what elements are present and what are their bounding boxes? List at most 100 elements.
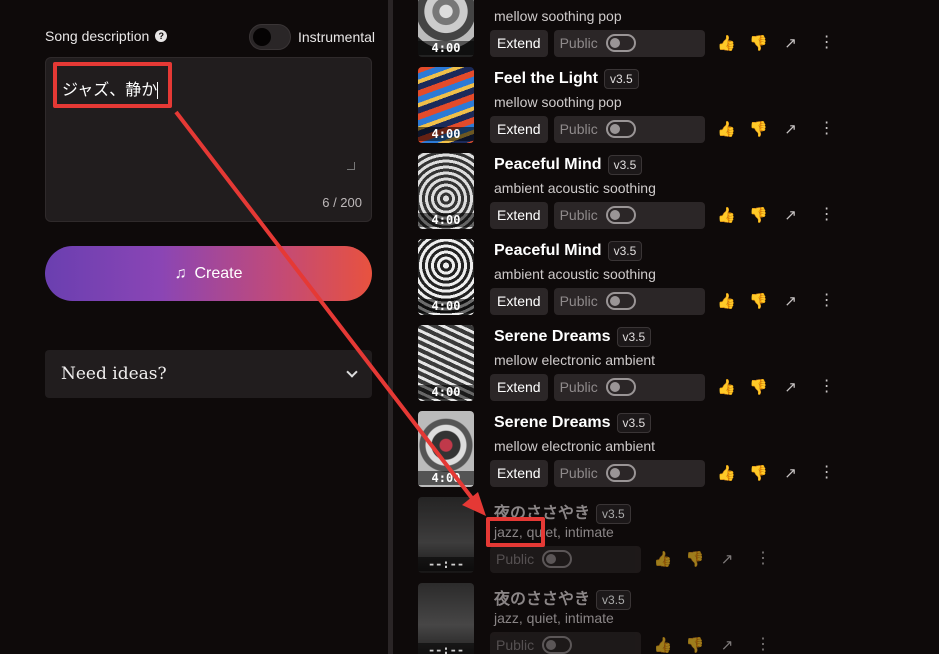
- more-options-icon[interactable]: ⋮: [819, 207, 835, 223]
- public-toggle[interactable]: Public: [553, 29, 705, 57]
- more-options-icon[interactable]: ⋮: [755, 551, 771, 567]
- song-style: mellow electronic ambient: [494, 352, 656, 368]
- highlight-box-style: [486, 517, 545, 547]
- extend-button[interactable]: Extend: [490, 459, 548, 487]
- song-cover[interactable]: 4:00: [418, 325, 474, 401]
- thumbs-down-icon[interactable]: 👎: [749, 205, 769, 225]
- extend-button[interactable]: Extend: [490, 115, 548, 143]
- song-title[interactable]: 夜のささやき v3.5: [494, 585, 631, 610]
- need-ideas-label: Need ideas?: [61, 364, 167, 384]
- thumbs-down-icon[interactable]: 👎: [685, 635, 705, 654]
- song-title-text: Peaceful Mind: [494, 242, 602, 260]
- song-description-label: Song description ?: [45, 28, 168, 44]
- song-title[interactable]: Serene Dreams v3.5: [494, 327, 652, 347]
- public-label: Public: [559, 465, 598, 481]
- share-icon[interactable]: ↗: [781, 119, 801, 139]
- more-options-icon[interactable]: ⋮: [819, 35, 835, 51]
- public-label: Public: [559, 207, 598, 223]
- public-toggle[interactable]: Public: [490, 545, 641, 573]
- song-style: ambient acoustic soothing: [494, 180, 656, 196]
- thumbs-up-icon[interactable]: 👍: [717, 463, 737, 483]
- song-list: 4:00 mellow soothing pop Extend Public 👍…: [393, 0, 939, 654]
- more-options-icon[interactable]: ⋮: [819, 121, 835, 137]
- song-item[interactable]: 4:00 Serene Dreams v3.5 mellow electronic…: [418, 325, 938, 411]
- song-title[interactable]: Peaceful Mind v3.5: [494, 155, 643, 175]
- song-cover[interactable]: 4:00: [418, 153, 474, 229]
- song-cover[interactable]: 4:00: [418, 67, 474, 143]
- extend-button[interactable]: Extend: [490, 29, 548, 57]
- thumbs-up-icon[interactable]: 👍: [717, 205, 737, 225]
- song-item[interactable]: 4:00 Peaceful Mind v3.5 ambient acoustic …: [418, 239, 938, 325]
- instrumental-control[interactable]: Instrumental: [249, 24, 375, 50]
- public-switch[interactable]: [605, 464, 636, 482]
- song-style: mellow soothing pop: [494, 8, 622, 24]
- thumbs-up-icon[interactable]: 👍: [717, 377, 737, 397]
- thumbs-down-icon[interactable]: 👎: [749, 291, 769, 311]
- song-cover[interactable]: --:--: [418, 497, 474, 573]
- resize-handle-icon[interactable]: [347, 162, 355, 170]
- share-icon[interactable]: ↗: [781, 463, 801, 483]
- instrumental-toggle[interactable]: [249, 24, 291, 50]
- public-label: Public: [559, 379, 598, 395]
- song-title-text: 夜のささやき: [494, 591, 591, 608]
- public-switch[interactable]: [605, 34, 636, 52]
- public-switch[interactable]: [605, 206, 636, 224]
- public-switch[interactable]: [542, 550, 573, 568]
- extend-button[interactable]: Extend: [490, 201, 548, 229]
- song-item[interactable]: 4:00 Peaceful Mind v3.5 ambient acoustic …: [418, 153, 938, 239]
- public-switch[interactable]: [542, 636, 573, 654]
- public-switch[interactable]: [605, 378, 636, 396]
- public-toggle[interactable]: Public: [553, 201, 705, 229]
- more-options-icon[interactable]: ⋮: [819, 293, 835, 309]
- chevron-down-icon: [346, 366, 358, 378]
- share-icon[interactable]: ↗: [717, 635, 737, 654]
- song-item[interactable]: --:-- 夜のささやき v3.5 jazz, quiet, intimate P…: [418, 583, 938, 654]
- public-switch[interactable]: [605, 120, 636, 138]
- more-options-icon[interactable]: ⋮: [819, 465, 835, 481]
- public-toggle[interactable]: Public: [553, 287, 705, 315]
- thumbs-up-icon[interactable]: 👍: [717, 33, 737, 53]
- public-toggle[interactable]: Public: [490, 631, 641, 654]
- version-badge: v3.5: [607, 155, 643, 175]
- more-options-icon[interactable]: ⋮: [755, 637, 771, 653]
- song-item[interactable]: 4:00 Serene Dreams v3.5 mellow electronic…: [418, 411, 938, 497]
- song-actions: Extend Public 👍 👎 ↗ ⋮: [490, 372, 835, 402]
- share-icon[interactable]: ↗: [781, 377, 801, 397]
- song-title[interactable]: Peaceful Mind v3.5: [494, 241, 643, 261]
- need-ideas-dropdown[interactable]: Need ideas?: [45, 350, 372, 398]
- song-title[interactable]: Feel the Light v3.5: [494, 69, 639, 89]
- public-toggle[interactable]: Public: [553, 373, 705, 401]
- song-actions: Extend Public 👍 👎 ↗ ⋮: [490, 458, 835, 488]
- song-item[interactable]: 4:00 Feel the Light v3.5 mellow soothing …: [418, 67, 938, 153]
- song-cover[interactable]: 4:00: [418, 411, 474, 487]
- extend-button[interactable]: Extend: [490, 373, 548, 401]
- more-options-icon[interactable]: ⋮: [819, 379, 835, 395]
- thumbs-down-icon[interactable]: 👎: [685, 549, 705, 569]
- song-cover[interactable]: 4:00: [418, 239, 474, 315]
- song-style: jazz, quiet, intimate: [494, 610, 614, 626]
- song-actions: Extend Public 👍 👎 ↗ ⋮: [490, 28, 835, 58]
- share-icon[interactable]: ↗: [717, 549, 737, 569]
- public-toggle[interactable]: Public: [553, 459, 705, 487]
- share-icon[interactable]: ↗: [781, 205, 801, 225]
- thumbs-up-icon[interactable]: 👍: [653, 635, 673, 654]
- thumbs-down-icon[interactable]: 👎: [749, 119, 769, 139]
- public-toggle[interactable]: Public: [553, 115, 705, 143]
- song-title[interactable]: Serene Dreams v3.5: [494, 413, 652, 433]
- help-icon[interactable]: ?: [155, 30, 168, 42]
- thumbs-up-icon[interactable]: 👍: [653, 549, 673, 569]
- thumbs-up-icon[interactable]: 👍: [717, 291, 737, 311]
- thumbs-down-icon[interactable]: 👎: [749, 377, 769, 397]
- share-icon[interactable]: ↗: [781, 33, 801, 53]
- song-item[interactable]: 4:00 mellow soothing pop Extend Public 👍…: [418, 0, 938, 67]
- song-cover[interactable]: 4:00: [418, 0, 474, 57]
- share-icon[interactable]: ↗: [781, 291, 801, 311]
- extend-button[interactable]: Extend: [490, 287, 548, 315]
- thumbs-down-icon[interactable]: 👎: [749, 463, 769, 483]
- song-cover[interactable]: --:--: [418, 583, 474, 654]
- create-button[interactable]: ♫ Create: [45, 246, 372, 301]
- thumbs-down-icon[interactable]: 👎: [749, 33, 769, 53]
- switch-knob: [609, 38, 620, 48]
- public-switch[interactable]: [605, 292, 636, 310]
- thumbs-up-icon[interactable]: 👍: [717, 119, 737, 139]
